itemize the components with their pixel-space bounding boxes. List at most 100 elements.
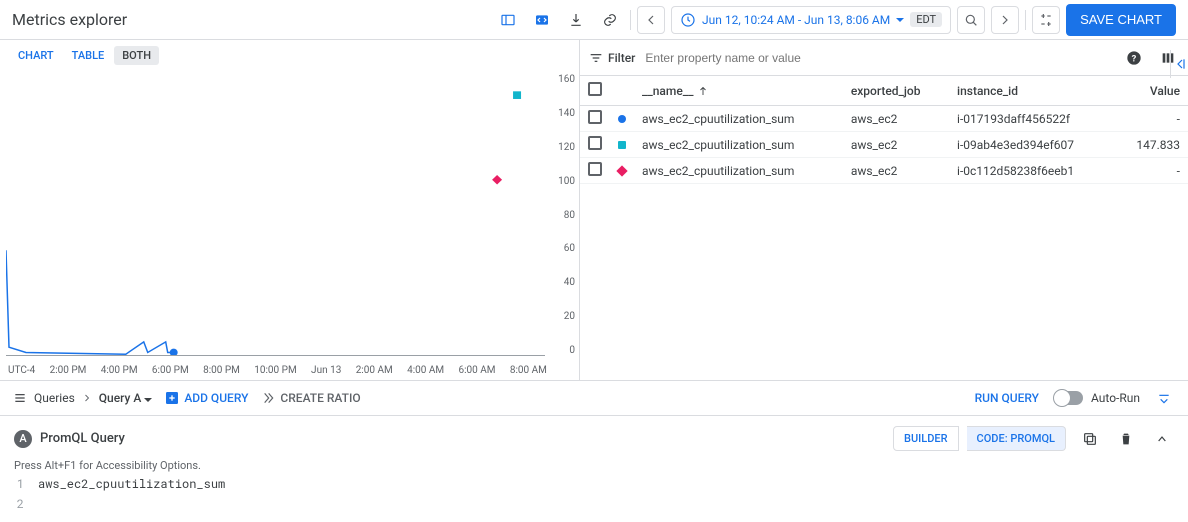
cell-name: aws_ec2_cpuutilization_sum [634,158,843,184]
auto-run-toggle[interactable] [1055,391,1083,405]
editor-hint: Press Alt+F1 for Accessibility Options. [14,459,1174,472]
create-ratio-button[interactable]: CREATE RATIO [260,390,360,406]
cell-exported-job: aws_ec2 [843,106,949,132]
main-area: CHART TABLE BOTH 160140120100806040200 U… [0,40,1188,380]
time-next-button[interactable] [991,6,1019,34]
x-tick: 6:00 AM [458,365,495,376]
chart-panel: CHART TABLE BOTH 160140120100806040200 U… [0,40,580,380]
y-tick: 120 [558,142,575,153]
col-instance-id[interactable]: instance_id [949,76,1114,106]
series-marker [618,141,626,149]
cell-instance-id: i-0c112d58238f6eeb1 [949,158,1114,184]
query-badge: A [14,430,32,448]
topbar: Metrics explorer Jun 12, 10:24 AM - Jun … [0,0,1188,40]
y-tick: 160 [558,74,575,85]
query-bar: Queries Query A ADD QUERY CREATE RATIO R… [0,380,1188,416]
table-panel: Filter ? __name__ exported_job instance_… [580,40,1188,380]
lineno: 2 [14,496,24,512]
col-value[interactable]: Value [1114,76,1188,106]
x-tick: 8:00 PM [203,365,240,376]
editor-header: A PromQL Query BUILDER CODE: PROMQL [14,426,1174,451]
chart-area: 160140120100806040200 UTC-42:00 PM4:00 P… [0,71,579,380]
page-title: Metrics explorer [12,10,488,29]
editor-panel: A PromQL Query BUILDER CODE: PROMQL Pres… [0,416,1188,522]
copy-icon[interactable] [1078,427,1102,451]
table-header-row: __name__ exported_job instance_id Value [580,76,1188,106]
code-mode-button[interactable]: CODE: PROMQL [967,426,1066,451]
filter-input[interactable] [645,51,1112,65]
layout-icon[interactable] [494,6,522,34]
plot-surface [6,74,545,356]
table-row[interactable]: aws_ec2_cpuutilization_sum aws_ec2 i-09a… [580,132,1188,158]
col-exported-job[interactable]: exported_job [843,76,949,106]
cell-exported-job: aws_ec2 [843,132,949,158]
tab-table[interactable]: TABLE [64,46,113,65]
zoom-button[interactable] [957,6,985,34]
series-marker [616,165,627,176]
editor-title: PromQL Query [40,431,885,446]
link-icon[interactable] [596,6,624,34]
cell-value: 147.833 [1114,132,1188,158]
cell-exported-job: aws_ec2 [843,158,949,184]
y-axis-labels: 160140120100806040200 [558,71,575,356]
row-checkbox[interactable] [588,110,602,124]
time-range-picker[interactable]: Jun 12, 10:24 AM - Jun 13, 8:06 AM EDT [671,6,951,34]
help-icon[interactable]: ? [1122,46,1146,70]
auto-run-label: Auto-Run [1091,391,1140,405]
cell-value: - [1114,106,1188,132]
row-checkbox[interactable] [588,162,602,176]
filter-label: Filter [608,51,635,65]
select-all-checkbox[interactable] [588,82,602,96]
collapse-side-panel-button[interactable] [1170,50,1188,78]
table-row[interactable]: aws_ec2_cpuutilization_sum aws_ec2 i-0c1… [580,158,1188,184]
x-tick: Jun 13 [311,365,341,376]
settings-icon[interactable] [1032,6,1060,34]
timezone-chip: EDT [910,12,942,27]
filter-label-group: Filter [588,50,635,66]
x-tick: 8:00 AM [510,365,547,376]
tab-both[interactable]: BOTH [114,46,159,65]
save-chart-button[interactable]: SAVE CHART [1066,4,1176,36]
row-checkbox[interactable] [588,136,602,150]
collapse-query-icon[interactable] [1150,427,1174,451]
divider [1025,10,1026,30]
divider [630,10,631,30]
x-tick: 4:00 AM [407,365,444,376]
x-tick: 6:00 PM [152,365,189,376]
x-tick: 2:00 AM [356,365,393,376]
lineno: 1 [14,476,24,492]
chevron-right-icon [81,392,93,404]
y-tick: 60 [564,243,575,254]
tab-chart[interactable]: CHART [10,46,62,65]
cell-name: aws_ec2_cpuutilization_sum [634,106,843,132]
code-icon[interactable] [528,6,556,34]
y-tick: 20 [564,311,575,322]
series-marker [618,115,626,123]
svg-text:?: ? [1132,53,1137,64]
x-axis-line [6,355,545,356]
table-row[interactable]: aws_ec2_cpuutilization_sum aws_ec2 i-017… [580,106,1188,132]
collapse-editor-icon[interactable] [1152,386,1176,410]
add-query-button[interactable]: ADD QUERY [164,390,248,406]
download-icon[interactable] [562,6,590,34]
y-tick: 100 [558,176,575,187]
cell-value: - [1114,158,1188,184]
editor-line-1[interactable]: 1 aws_ec2_cpuutilization_sum [14,476,1174,492]
delete-icon[interactable] [1114,427,1138,451]
current-query-label[interactable]: Query A [99,391,153,405]
y-tick: 140 [558,108,575,119]
chart-svg [6,74,545,356]
col-name[interactable]: __name__ [634,76,843,106]
run-query-button[interactable]: RUN QUERY [975,391,1039,405]
data-table: __name__ exported_job instance_id Value … [580,76,1188,184]
queries-breadcrumb: Queries Query A [12,390,152,406]
sort-asc-icon [697,85,709,97]
view-tabs: CHART TABLE BOTH [0,40,579,71]
queries-label[interactable]: Queries [34,391,75,405]
editor-line-2[interactable]: 2 [14,496,1174,512]
y-tick: 0 [569,345,575,356]
time-prev-button[interactable] [637,6,665,34]
builder-mode-button[interactable]: BUILDER [893,426,959,451]
x-tick: 2:00 PM [50,365,87,376]
time-range-label: Jun 12, 10:24 AM - Jun 13, 8:06 AM [702,13,890,27]
